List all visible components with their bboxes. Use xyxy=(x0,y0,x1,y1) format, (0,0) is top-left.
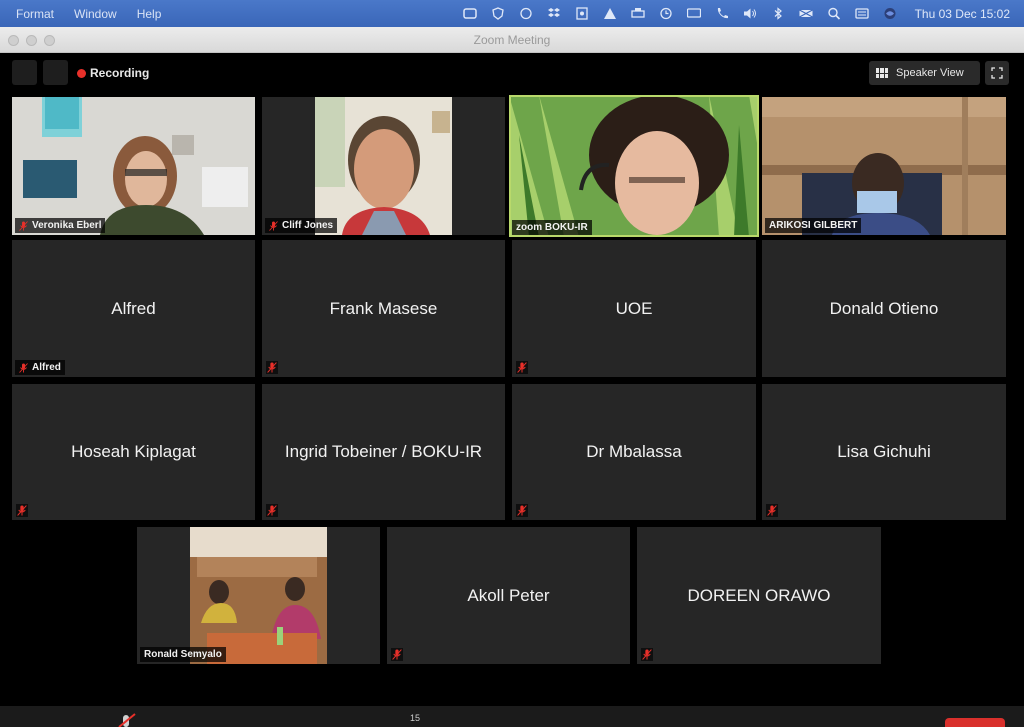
participant-video xyxy=(762,97,1006,235)
participant-name-tag: Veronika Eberl xyxy=(15,218,106,233)
dropbox-icon[interactable] xyxy=(547,7,561,20)
menu-help[interactable]: Help xyxy=(137,7,162,21)
muted-mic-icon xyxy=(19,362,28,373)
macos-menubar: Format Window Help Thu 03 Dec 15:02 xyxy=(0,0,1024,27)
participant-display-name: Frank Masese xyxy=(329,298,438,318)
screenshot-icon[interactable] xyxy=(575,7,589,20)
participant-display-name: UOE xyxy=(615,298,653,318)
participant-name: Ronald Semyalo xyxy=(144,649,222,660)
muted-mic-icon xyxy=(16,504,28,517)
recording-dot-icon xyxy=(77,68,86,78)
control-center-icon[interactable] xyxy=(854,7,869,20)
participant-tile-dr-mbalassa[interactable]: Dr Mbalassa xyxy=(512,384,756,520)
search-icon[interactable] xyxy=(827,7,841,20)
volume-icon[interactable] xyxy=(743,7,757,20)
participant-display-name: Dr Mbalassa xyxy=(586,442,682,461)
participant-name: ARIKOSI GILBERT xyxy=(769,220,858,231)
status-area: Thu 03 Dec 15:02 xyxy=(462,0,1024,27)
participant-tile-hoseah-kiplagat[interactable]: Hoseah Kiplagat xyxy=(12,384,255,520)
print-icon[interactable] xyxy=(630,7,645,20)
muted-mic-icon xyxy=(641,648,653,661)
participant-name: Alfred xyxy=(32,362,61,373)
alert-icon[interactable] xyxy=(603,7,617,20)
participant-tile-donald-otieno[interactable]: Donald Otieno xyxy=(762,240,1006,377)
siri-icon[interactable] xyxy=(883,7,897,20)
window-title: Zoom Meeting xyxy=(473,33,551,47)
bluetooth-icon[interactable] xyxy=(771,7,785,20)
participant-display-name: Akoll Peter xyxy=(467,585,550,605)
video-tile-zoom-boku-ir[interactable]: zoom BOKU-IR xyxy=(509,95,759,237)
participant-name-tag: Alfred xyxy=(15,360,65,375)
video-tile-cliff-jones[interactable]: Cliff Jones xyxy=(262,97,505,235)
fullscreen-button[interactable] xyxy=(985,61,1009,85)
security-button[interactable] xyxy=(43,60,68,85)
speaker-view-label: Speaker View xyxy=(896,67,964,79)
window-titlebar: Zoom Meeting xyxy=(0,27,1024,53)
video-tile-ronald-semyalo[interactable]: Ronald Semyalo xyxy=(137,527,380,664)
muted-mic-icon xyxy=(391,648,403,661)
circle-icon[interactable] xyxy=(519,7,533,20)
phone-icon[interactable] xyxy=(715,7,729,20)
muted-mic-icon xyxy=(118,713,136,727)
keyboard-flag-icon[interactable] xyxy=(798,7,813,20)
recording-label: Recording xyxy=(90,66,150,80)
participant-tile-ingrid-tobeiner[interactable]: Ingrid Tobeiner / BOKU-IR xyxy=(262,384,505,520)
menubar-clock[interactable]: Thu 03 Dec 15:02 xyxy=(915,7,1010,21)
meeting-info-button[interactable] xyxy=(12,60,37,85)
muted-mic-icon xyxy=(266,504,278,517)
speaker-view-button[interactable]: Speaker View xyxy=(869,61,980,85)
clock-icon[interactable] xyxy=(659,7,673,20)
participant-name-tag: zoom BOKU-IR xyxy=(512,220,592,235)
participant-tile-lisa-gichuhi[interactable]: Lisa Gichuhi xyxy=(762,384,1006,520)
participant-name-tag: Ronald Semyalo xyxy=(140,647,226,662)
muted-mic-icon xyxy=(19,220,28,231)
participant-name-tag: Cliff Jones xyxy=(265,218,338,233)
menu-window[interactable]: Window xyxy=(74,7,117,21)
video-tile-veronika-eberl[interactable]: Veronika Eberl xyxy=(12,97,255,235)
muted-mic-icon xyxy=(766,504,778,517)
participant-video xyxy=(12,97,255,235)
recording-indicator[interactable]: Recording xyxy=(77,66,149,80)
participant-tile-doreen-orawo[interactable]: DOREEN ORAWO xyxy=(637,527,881,664)
participant-display-name: Ingrid Tobeiner / BOKU-IR xyxy=(284,442,483,461)
participant-tile-alfred[interactable]: Alfred Alfred xyxy=(12,240,255,377)
window-icon[interactable] xyxy=(462,7,477,20)
mute-audio-button[interactable] xyxy=(115,713,137,727)
meeting-controls-bar xyxy=(0,706,1024,727)
participant-tile-akoll-peter[interactable]: Akoll Peter xyxy=(387,527,630,664)
participant-name: Veronika Eberl xyxy=(32,220,102,231)
muted-mic-icon xyxy=(516,361,528,374)
display-icon[interactable] xyxy=(686,7,701,20)
participant-display-name: DOREEN ORAWO xyxy=(687,585,831,605)
participant-name-tag: ARIKOSI GILBERT xyxy=(765,218,862,233)
end-meeting-button[interactable] xyxy=(945,718,1005,727)
participant-name: zoom BOKU-IR xyxy=(516,222,588,233)
participant-display-name: Hoseah Kiplagat xyxy=(71,442,196,461)
muted-mic-icon xyxy=(266,361,278,374)
participant-video xyxy=(509,95,759,237)
participant-display-name: Alfred xyxy=(111,298,156,318)
participant-tile-frank-masese[interactable]: Frank Masese xyxy=(262,240,505,377)
app-menu: Format Window Help xyxy=(0,7,161,21)
shield-icon[interactable] xyxy=(491,7,505,20)
participant-display-name: Lisa Gichuhi xyxy=(837,442,931,461)
video-tile-arikosi-gilbert[interactable]: ARIKOSI GILBERT xyxy=(762,97,1006,235)
speaker-view-icon xyxy=(876,68,888,78)
participant-tile-uoe[interactable]: UOE xyxy=(512,240,756,377)
muted-mic-icon xyxy=(269,220,278,231)
participants-count[interactable]: 15 xyxy=(410,713,420,723)
fullscreen-icon xyxy=(991,67,1003,79)
participant-video xyxy=(137,527,380,664)
participant-video xyxy=(262,97,505,235)
menu-format[interactable]: Format xyxy=(16,7,54,21)
participant-name: Cliff Jones xyxy=(282,220,334,231)
muted-mic-icon xyxy=(516,504,528,517)
participant-display-name: Donald Otieno xyxy=(829,298,939,318)
